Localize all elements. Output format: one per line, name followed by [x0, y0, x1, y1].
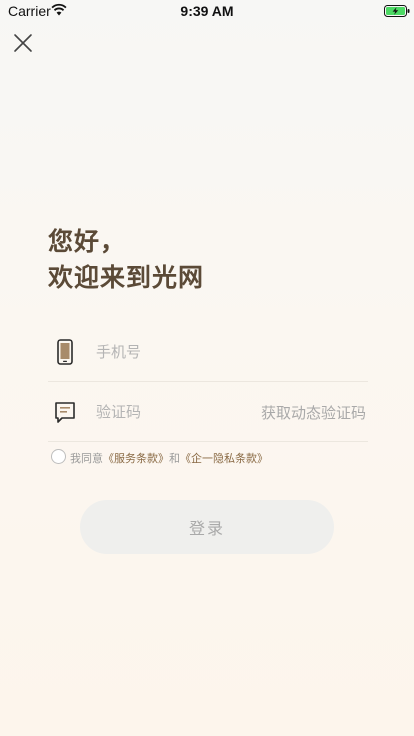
- status-time: 9:39 AM: [180, 3, 234, 19]
- phone-icon: [57, 339, 73, 365]
- close-icon: [14, 34, 32, 52]
- phone-row: [48, 322, 368, 382]
- agree-radio[interactable]: [51, 449, 66, 464]
- agreement-prefix: 我同意: [70, 452, 103, 465]
- code-divider: [48, 441, 368, 442]
- message-icon: [55, 402, 75, 423]
- battery-charging-icon: [384, 5, 410, 17]
- get-code-button[interactable]: 获取动态验证码: [261, 402, 366, 423]
- code-input[interactable]: [96, 400, 246, 424]
- code-row: 获取动态验证码: [48, 382, 368, 442]
- greeting: 您好， 欢迎来到光网: [48, 224, 204, 296]
- privacy-link[interactable]: 《企一隐私条款》: [180, 452, 268, 465]
- greeting-line-1: 您好，: [48, 227, 127, 256]
- terms-link[interactable]: 《服务条款》: [103, 452, 169, 465]
- agreement-conjunction: 和: [169, 452, 180, 465]
- close-button[interactable]: [10, 30, 36, 56]
- login-button[interactable]: 登录: [80, 500, 334, 554]
- status-bar: Carrier 9:39 AM: [0, 0, 414, 22]
- agreement-text: 我同意《服务条款》和《企一隐私条款》: [70, 450, 268, 466]
- phone-input[interactable]: [96, 340, 246, 364]
- greeting-line-2: 欢迎来到光网: [48, 263, 205, 292]
